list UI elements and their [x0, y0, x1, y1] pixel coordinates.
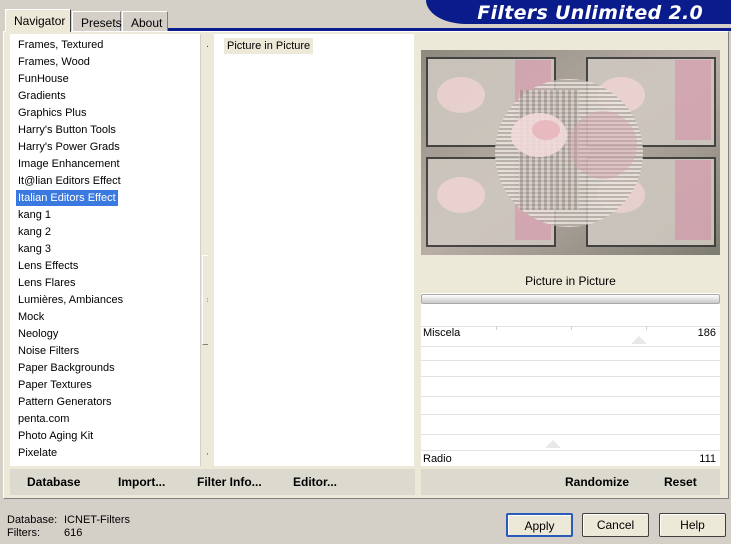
filter-list-item[interactable]: Photo Aging Kit — [16, 428, 95, 444]
filter-category-list[interactable]: Frames, Textured Frames, Wood FunHouse Grad… — [10, 34, 208, 466]
slider-miscela[interactable]: Miscela 186 — [421, 326, 720, 346]
apply-button-label: Apply — [524, 519, 555, 533]
cancel-button[interactable]: Cancel — [582, 513, 649, 537]
database-status-label: Database: — [7, 514, 58, 526]
import-button-label: Import... — [118, 475, 166, 489]
cancel-button-label: Cancel — [596, 518, 635, 532]
help-button[interactable]: Help — [659, 513, 726, 537]
filter-list-item[interactable]: Paper Backgrounds — [16, 360, 117, 376]
reset-button[interactable]: Reset — [664, 475, 697, 489]
grid-line — [421, 414, 720, 415]
filter-list-item[interactable]: Italian Editors Effect — [16, 190, 118, 206]
filter-list-item[interactable]: Harry's Button Tools — [16, 122, 118, 138]
slider-radio-label: Radio — [423, 453, 452, 465]
tab-presets-label: Presets — [81, 16, 122, 30]
filter-list-item[interactable]: kang 2 — [16, 224, 53, 240]
slider-radio-marker[interactable] — [544, 440, 561, 448]
filter-list-item[interactable]: Graphics Plus — [16, 105, 88, 121]
filter-list-item[interactable]: FunHouse — [16, 71, 71, 87]
filter-list-item[interactable]: It@lian Editors Effect — [16, 173, 123, 189]
filter-list-item[interactable]: kang 1 — [16, 207, 53, 223]
grid-line — [421, 346, 720, 347]
filter-list-item[interactable]: Frames, Wood — [16, 54, 92, 70]
tab-presets[interactable]: Presets — [72, 11, 122, 31]
filter-list-item[interactable]: Image Enhancement — [16, 156, 122, 172]
slider-radio[interactable]: Radio 111 — [421, 440, 720, 466]
editor-button[interactable]: Editor... — [293, 475, 337, 489]
filter-info-button-label: Filter Info... — [197, 475, 262, 489]
filter-list-item[interactable]: Pattern Generators — [16, 394, 114, 410]
reset-button-label: Reset — [664, 475, 697, 489]
help-button-label: Help — [680, 518, 705, 532]
import-button[interactable]: Import... — [118, 475, 165, 489]
randomize-button[interactable]: Randomize — [565, 475, 629, 489]
filter-settings-pane: Picture in Picture Miscela 186 Radio 111 — [421, 270, 720, 466]
filter-list-item[interactable]: Pixelate — [16, 445, 59, 461]
filter-info-button[interactable]: Filter Info... — [197, 475, 262, 489]
filter-list-item[interactable]: Frames, Textured — [16, 37, 105, 53]
filter-list-item[interactable]: Neology — [16, 326, 60, 342]
database-status-value: ICNET-Filters — [64, 514, 130, 526]
grid-line — [421, 360, 720, 361]
filter-list-item[interactable]: Mock — [16, 309, 46, 325]
effect-list[interactable]: Picture in Picture — [214, 34, 414, 466]
grid-line — [421, 434, 720, 435]
preview-pane — [421, 50, 720, 255]
preview-image — [421, 50, 720, 255]
slider-miscela-label: Miscela — [423, 327, 461, 339]
slider-miscela-value: 186 — [697, 327, 716, 339]
filter-list-item[interactable]: Harry's Power Grads — [16, 139, 122, 155]
grid-line — [421, 396, 720, 397]
tab-about[interactable]: About — [122, 11, 168, 31]
tab-navigator-label: Navigator — [14, 14, 66, 28]
apply-button[interactable]: Apply — [506, 513, 573, 537]
list-toolbar: Database Import... Filter Info... Editor… — [10, 469, 415, 495]
app-title: Filters Unlimited 2.0 — [477, 2, 703, 24]
database-button[interactable]: Database — [27, 475, 80, 489]
tab-about-label: About — [131, 16, 163, 30]
tab-navigator[interactable]: Navigator — [5, 9, 71, 32]
filter-list-item[interactable]: kang 3 — [16, 241, 53, 257]
filter-list-item[interactable]: penta.com — [16, 411, 71, 427]
filter-list-item[interactable]: Noise Filters — [16, 343, 81, 359]
slider-miscela-marker[interactable] — [631, 336, 648, 344]
slider-radio-value: 111 — [699, 453, 716, 465]
scroll-down-icon[interactable]: ▼ — [201, 447, 208, 464]
filter-list-item[interactable]: Lens Flares — [16, 275, 77, 291]
randomize-button-label: Randomize — [565, 475, 630, 489]
database-button-label: Database — [27, 475, 81, 489]
grid-line — [421, 376, 720, 377]
filters-count-label: Filters: — [7, 527, 40, 539]
title-separator — [421, 294, 720, 304]
filters-count-value: 616 — [64, 527, 83, 539]
filter-list-item[interactable]: Lens Effects — [16, 258, 80, 274]
editor-button-label: Editor... — [293, 475, 338, 489]
scroll-up-icon[interactable]: ▲ — [201, 36, 208, 53]
app-title-banner: Filters Unlimited 2.0 — [426, 0, 731, 24]
effect-item[interactable]: Picture in Picture — [224, 38, 314, 54]
settings-toolbar: Randomize Reset — [421, 469, 720, 495]
list-scrollbar[interactable]: ▲ ≡ ▼ — [200, 34, 208, 466]
scroll-thumb[interactable]: ≡ — [202, 255, 208, 345]
filter-list-item[interactable]: Lumières, Ambiances — [16, 292, 125, 308]
filter-name-title: Picture in Picture — [421, 270, 720, 293]
filter-list-item[interactable]: Gradients — [16, 88, 68, 104]
filter-list-item[interactable]: Paper Textures — [16, 377, 94, 393]
